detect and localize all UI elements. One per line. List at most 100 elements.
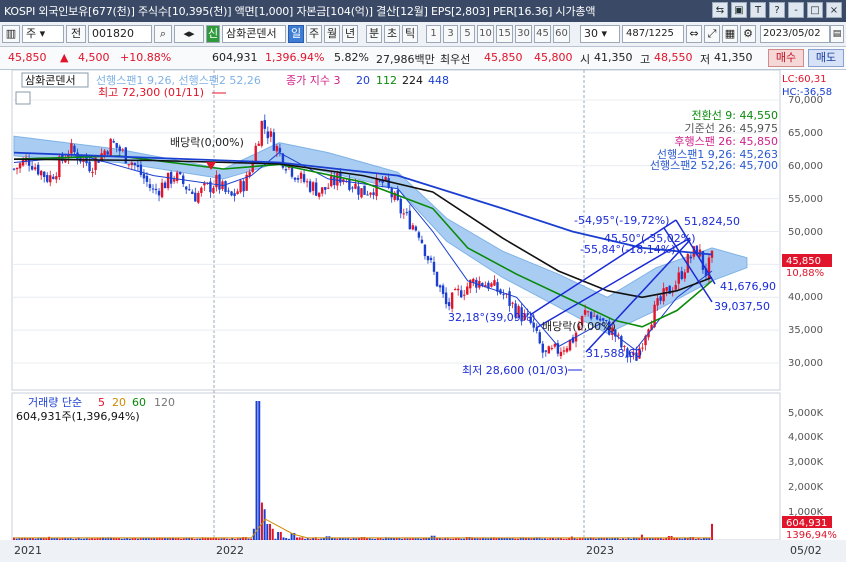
- candle-body: [91, 171, 94, 174]
- interval-30[interactable]: 30: [515, 25, 532, 43]
- zoom-icon[interactable]: ⤢: [704, 25, 720, 43]
- candle-body: [236, 191, 239, 195]
- count-value: 30: [584, 27, 598, 40]
- candle-body: [212, 187, 215, 193]
- minimize-button[interactable]: -: [788, 2, 804, 18]
- volume-bar: [630, 538, 633, 540]
- candle-body: [490, 283, 493, 287]
- candle-body: [215, 175, 218, 188]
- volume-tick-3000k: 3,000K: [788, 457, 824, 468]
- volume-bar: [56, 538, 59, 540]
- candle-body: [257, 143, 260, 146]
- volume-bar: [546, 538, 549, 540]
- gear-icon[interactable]: ⚙: [740, 25, 756, 43]
- link-icon[interactable]: ⇆: [712, 2, 728, 18]
- interval-1[interactable]: 1: [426, 25, 441, 43]
- total-count: /1225: [645, 28, 674, 39]
- candle-body: [535, 328, 538, 331]
- prev-button[interactable]: 전: [66, 25, 86, 43]
- volume-bar: [406, 538, 409, 540]
- interval-10[interactable]: 10: [477, 25, 494, 43]
- table-icon[interactable]: [15, 91, 31, 105]
- volume-tick-5000k: 5,000K: [788, 408, 824, 419]
- candle-body: [354, 183, 357, 189]
- candle-body: [230, 191, 233, 196]
- candle-body: [73, 145, 76, 152]
- volume-label: 거래량 단순: [28, 396, 82, 409]
- open-label: 시: [580, 53, 591, 66]
- sound-icon[interactable]: ◂▸: [174, 25, 204, 43]
- candle-body: [254, 145, 257, 163]
- price-tick-60000: 60,000: [788, 161, 823, 172]
- buy-button[interactable]: 매수: [768, 49, 804, 67]
- help-icon[interactable]: ?: [769, 2, 785, 18]
- maximize-button[interactable]: □: [807, 2, 823, 18]
- volume-bar: [317, 538, 320, 540]
- candle-body: [55, 176, 58, 180]
- interval-15[interactable]: 15: [496, 25, 513, 43]
- tab-day[interactable]: 일: [288, 25, 304, 43]
- price-tick-55000: 55,000: [788, 194, 823, 205]
- tab-month[interactable]: 월: [324, 25, 340, 43]
- candle-body: [620, 336, 623, 348]
- candle-body: [420, 239, 424, 243]
- interval-5[interactable]: 5: [460, 25, 475, 43]
- volume-bar: [530, 538, 533, 540]
- candle-body: [154, 188, 158, 191]
- volume-bar: [382, 538, 385, 540]
- candle-body: [441, 285, 445, 294]
- tab-year[interactable]: 년: [342, 25, 358, 43]
- candle-body: [33, 167, 37, 170]
- tab-tick[interactable]: 틱: [402, 25, 418, 43]
- candle-body: [659, 296, 662, 301]
- candle-body: [260, 121, 263, 146]
- interval-60[interactable]: 60: [553, 25, 570, 43]
- volume-bar: [366, 538, 369, 540]
- calendar-icon[interactable]: ▤: [830, 25, 844, 43]
- volume-bar: [511, 538, 514, 540]
- trend-note-8: 31,588,60: [586, 347, 642, 360]
- code-input[interactable]: 001820: [88, 25, 152, 43]
- volume-bar: [694, 538, 697, 540]
- volume-bar: [80, 538, 83, 540]
- candle-body: [617, 334, 620, 336]
- tab-week[interactable]: 주: [306, 25, 322, 43]
- volume-bar: [651, 538, 654, 540]
- interval-45[interactable]: 45: [534, 25, 551, 43]
- close-button[interactable]: ×: [826, 2, 842, 18]
- chart-svg[interactable]: 70,000 65,000 60,000 55,000 50,000 40,00…: [0, 69, 846, 562]
- chart-area[interactable]: 70,000 65,000 60,000 55,000 50,000 40,00…: [0, 69, 846, 562]
- tab-minute[interactable]: 분: [366, 25, 382, 43]
- indicator-icon[interactable]: ▦: [722, 25, 738, 43]
- candle-body: [435, 271, 439, 287]
- volume-period-120: 120: [154, 396, 175, 409]
- date-input[interactable]: 2023/05/02: [760, 25, 830, 43]
- candle-body: [538, 332, 541, 344]
- count-select[interactable]: 30 ▾: [580, 25, 620, 43]
- pan-icon[interactable]: ⇔: [686, 25, 702, 43]
- volume-bar: [274, 538, 277, 540]
- candle-body: [175, 172, 179, 181]
- candle-body: [251, 163, 254, 172]
- board-select[interactable]: 주 ▾: [22, 25, 64, 43]
- sell-button[interactable]: 매도: [808, 49, 844, 67]
- name-tab[interactable]: 삼화콘덴서: [25, 74, 76, 87]
- candle-body: [553, 343, 557, 347]
- volume-bar: [193, 538, 196, 540]
- layout-icon[interactable]: ▥: [2, 25, 20, 43]
- candle-body: [583, 310, 587, 315]
- volume-bar: [403, 538, 406, 540]
- candle-body: [269, 131, 273, 137]
- tab-second[interactable]: 초: [384, 25, 400, 43]
- high-note: 최고 72,300 (01/11): [98, 86, 204, 99]
- save-icon[interactable]: ▣: [731, 2, 747, 18]
- volume-bar: [401, 538, 404, 540]
- volume-bar: [74, 538, 77, 540]
- volume-bar: [595, 538, 598, 540]
- interval-3[interactable]: 3: [443, 25, 458, 43]
- volume-bar: [576, 538, 579, 540]
- candle-body: [163, 182, 167, 189]
- search-icon[interactable]: ⌕: [154, 25, 172, 43]
- font-icon[interactable]: T: [750, 2, 766, 18]
- volume-bar: [554, 538, 557, 540]
